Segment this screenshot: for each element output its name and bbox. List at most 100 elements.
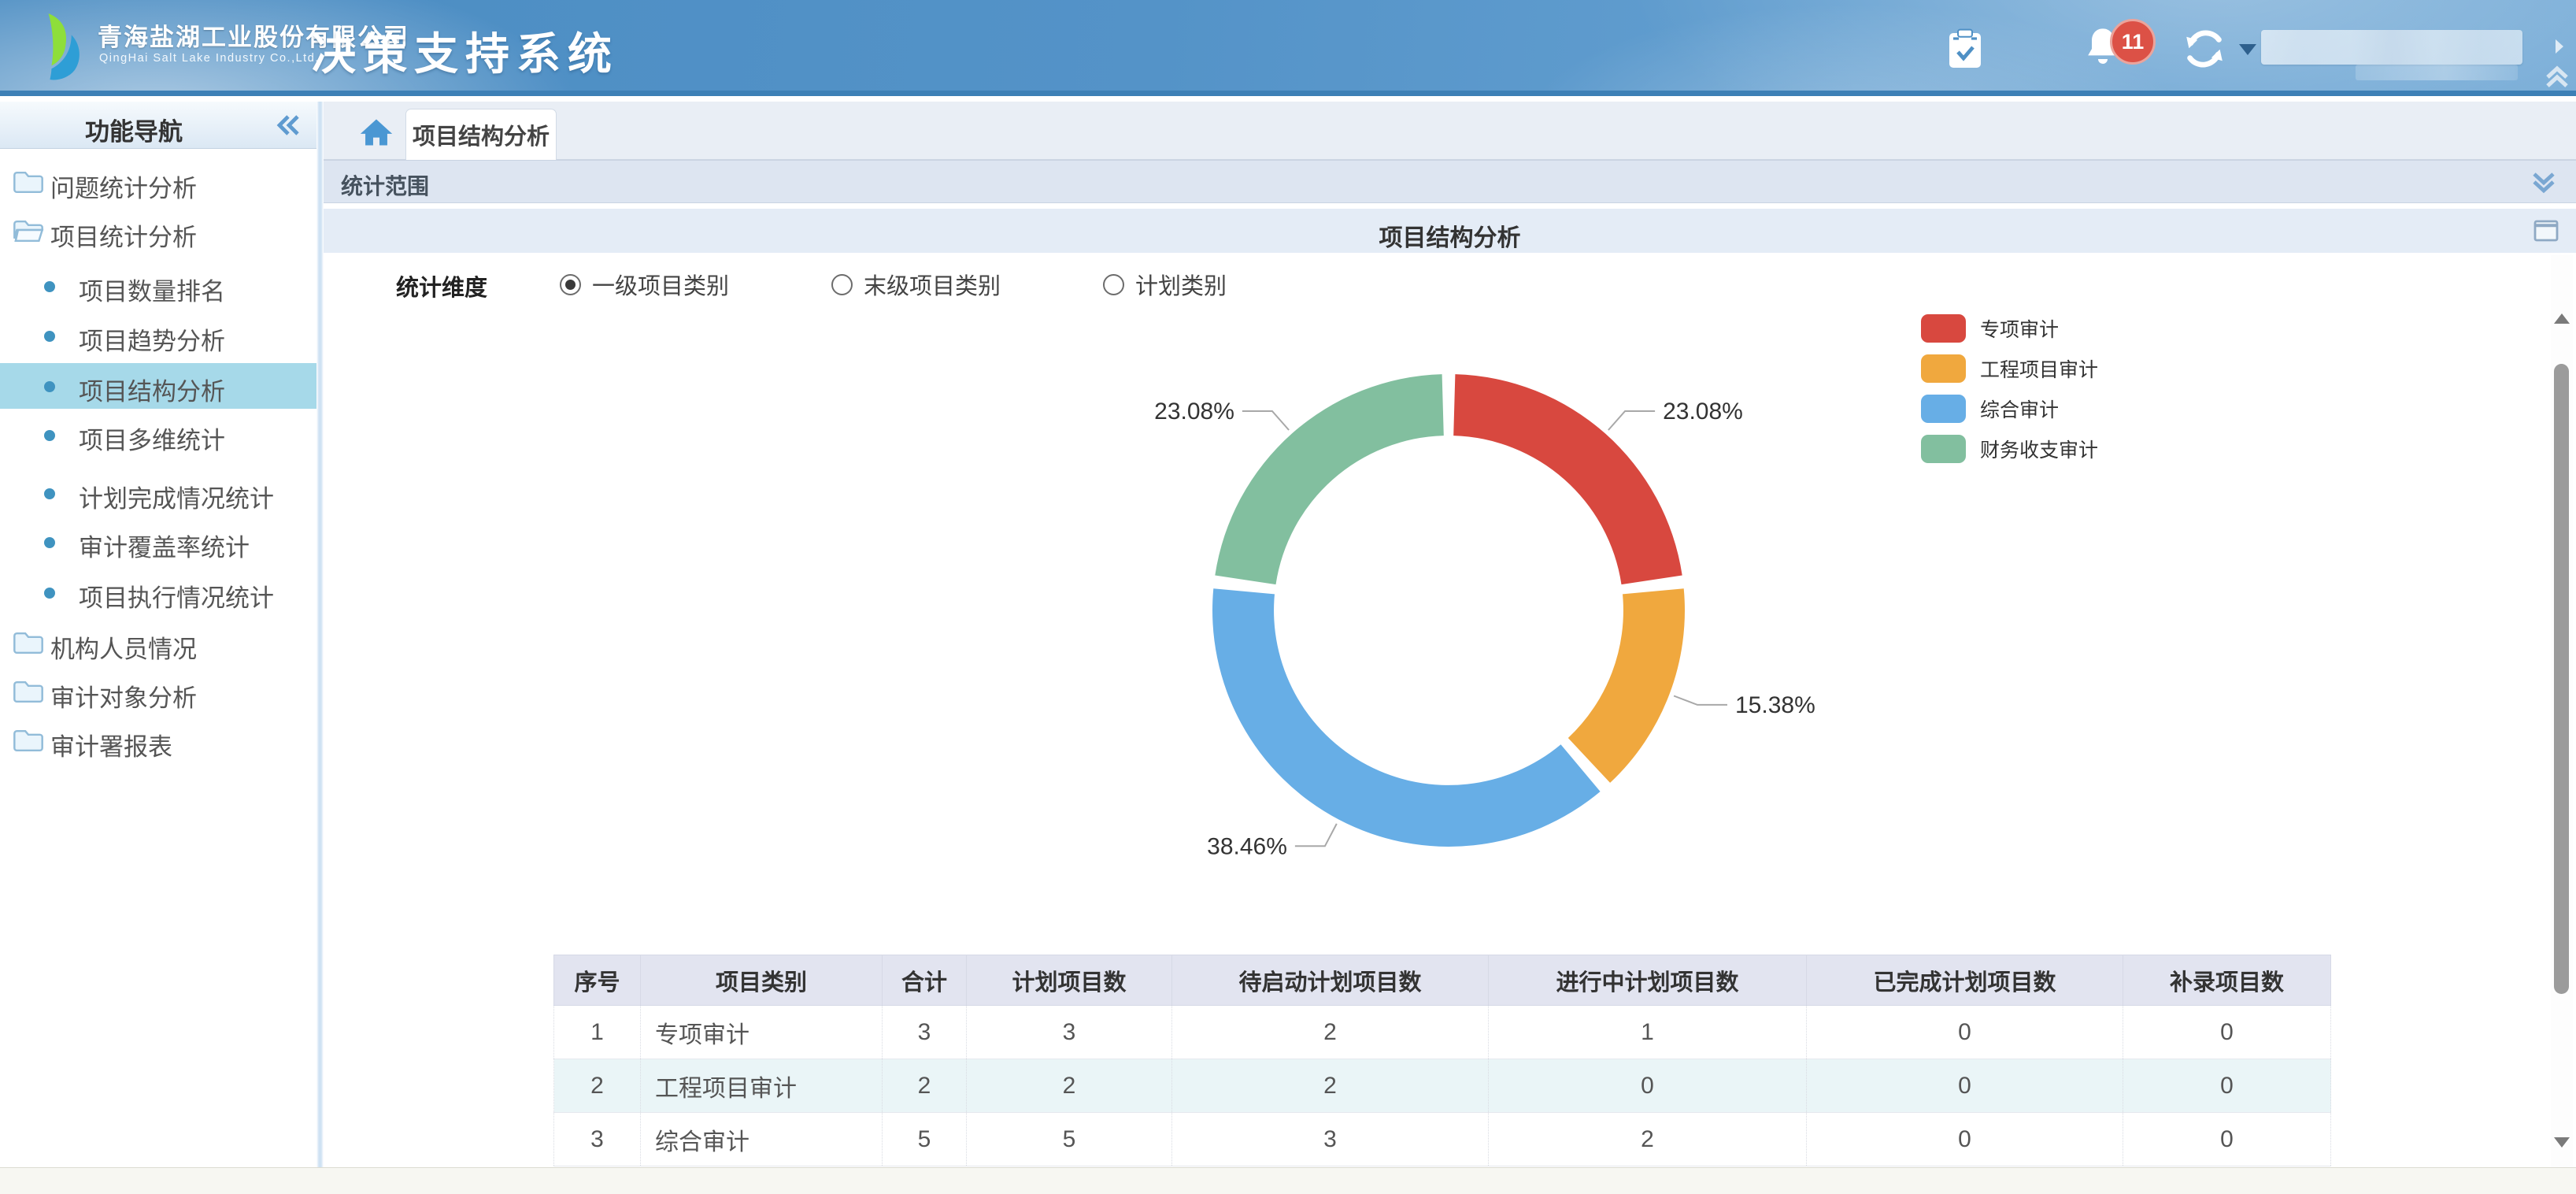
bullet-icon	[44, 588, 55, 599]
bullet-icon	[44, 331, 55, 342]
table-cell: 3	[1172, 1113, 1489, 1166]
column-header-序号: 序号	[554, 955, 641, 1006]
chevron-double-down-icon[interactable]	[2530, 170, 2557, 195]
vertical-scrollbar[interactable]	[2551, 255, 2573, 1167]
table-cell: 专项审计	[641, 1006, 883, 1059]
table-cell: 综合审计	[641, 1113, 883, 1166]
tab-bar: 项目结构分析	[324, 102, 2576, 160]
pie-label-line	[1242, 411, 1289, 430]
legend-label: 专项审计	[1980, 314, 2059, 343]
table-cell: 3	[554, 1113, 641, 1166]
column-header-补录项目数: 补录项目数	[2123, 955, 2331, 1006]
table-cell: 1	[1489, 1006, 1807, 1059]
sidebar-item-机构人员情况[interactable]: 机构人员情况	[0, 621, 316, 666]
sidebar-item-项目执行情况统计[interactable]: 项目执行情况统计	[0, 569, 316, 615]
clipboard-icon[interactable]	[1946, 28, 1984, 71]
pie-percent-label: 23.08%	[1154, 399, 1234, 425]
dimension-label: 统计维度	[396, 269, 487, 302]
filter-panel-title: 统计范围	[341, 169, 429, 201]
sidebar-item-label: 项目执行情况统计	[79, 578, 274, 614]
table-cell: 5	[883, 1113, 967, 1166]
radio-一级项目类别[interactable]: 一级项目类别	[560, 268, 729, 301]
scroll-up-arrow-icon[interactable]	[2554, 313, 2570, 324]
radio-button-icon[interactable]	[831, 274, 853, 295]
sidebar-item-label: 项目多维统计	[79, 421, 225, 456]
table-row: 1专项审计332100	[554, 1006, 2331, 1059]
pie-slice-综合审计[interactable]	[1212, 588, 1601, 847]
table-cell: 3	[883, 1006, 967, 1059]
user-account-blurred[interactable]	[2261, 30, 2522, 65]
chart-panel-header: 项目结构分析	[324, 209, 2576, 253]
table-row: 3综合审计553200	[554, 1113, 2331, 1166]
legend-item-专项审计[interactable]: 专项审计	[1921, 313, 2098, 343]
scrollbar-thumb[interactable]	[2554, 364, 2569, 994]
refresh-dropdown-caret[interactable]	[2239, 44, 2256, 55]
sidebar-splitter[interactable]	[316, 102, 324, 1194]
radio-button-icon[interactable]	[560, 274, 581, 295]
tab-project-structure-analysis[interactable]: 项目结构分析	[405, 109, 557, 160]
radio-button-icon[interactable]	[1103, 274, 1124, 295]
sidebar-item-项目结构分析[interactable]: 项目结构分析	[0, 363, 316, 409]
table-cell: 0	[2123, 1113, 2331, 1166]
table-cell: 1	[554, 1006, 641, 1059]
sidebar-item-项目数量排名[interactable]: 项目数量排名	[0, 263, 316, 309]
sidebar-item-审计对象分析[interactable]: 审计对象分析	[0, 669, 316, 715]
radio-label: 末级项目类别	[864, 268, 1001, 301]
radio-label: 计划类别	[1135, 268, 1227, 301]
page-bottom-band	[0, 1167, 2576, 1194]
sidebar-item-label: 审计署报表	[50, 727, 172, 762]
bullet-icon	[44, 537, 55, 548]
sidebar-item-项目趋势分析[interactable]: 项目趋势分析	[0, 313, 316, 358]
user-menu-caret[interactable]	[2556, 39, 2563, 54]
sidebar-collapse-icon[interactable]	[274, 113, 302, 138]
sidebar-item-label: 项目结构分析	[79, 372, 225, 407]
legend-item-工程项目审计[interactable]: 工程项目审计	[1921, 354, 2098, 383]
table-cell: 5	[967, 1113, 1172, 1166]
table-cell: 2	[1172, 1059, 1489, 1113]
refresh-icon[interactable]	[2182, 27, 2226, 71]
legend-label: 财务收支审计	[1980, 435, 2098, 463]
legend-item-综合审计[interactable]: 综合审计	[1921, 394, 2098, 423]
home-icon	[359, 116, 394, 149]
sidebar-item-label: 项目数量排名	[79, 272, 225, 307]
table-cell: 0	[1807, 1059, 2123, 1113]
table-header-row: 序号项目类别合计计划项目数待启动计划项目数进行中计划项目数已完成计划项目数补录项…	[554, 955, 2331, 1006]
pie-slice-财务收支审计[interactable]	[1215, 374, 1444, 584]
pie-slice-工程项目审计[interactable]	[1568, 588, 1685, 783]
legend-swatch-icon	[1921, 354, 1966, 383]
sidebar-title: 功能导航	[0, 112, 268, 147]
legend-swatch-icon	[1921, 435, 1966, 463]
legend-swatch-icon	[1921, 395, 1966, 423]
legend-label: 综合审计	[1980, 395, 2059, 423]
bullet-icon	[44, 381, 55, 392]
sidebar-item-label: 计划完成情况统计	[79, 479, 274, 514]
sidebar-item-审计署报表[interactable]: 审计署报表	[0, 718, 316, 764]
sidebar-item-审计覆盖率统计[interactable]: 审计覆盖率统计	[0, 519, 316, 565]
sidebar-item-label: 项目统计分析	[50, 217, 197, 253]
radio-计划类别[interactable]: 计划类别	[1103, 268, 1227, 301]
sidebar-item-问题统计分析[interactable]: 问题统计分析	[0, 160, 316, 206]
sidebar-item-计划完成情况统计[interactable]: 计划完成情况统计	[0, 470, 316, 516]
bullet-icon	[44, 488, 55, 499]
statistics-table: 序号项目类别合计计划项目数待启动计划项目数进行中计划项目数已完成计划项目数补录项…	[553, 955, 2331, 1166]
table-cell: 2	[967, 1059, 1172, 1113]
notification-badge[interactable]: 11	[2110, 19, 2156, 65]
filter-panel-header[interactable]: 统计范围	[324, 160, 2576, 203]
app-header: 青海盐湖工业股份有限公司 QingHai Salt Lake Industry …	[0, 0, 2576, 96]
window-maximize-icon[interactable]	[2533, 220, 2559, 242]
radio-label: 一级项目类别	[592, 268, 729, 301]
chevron-double-up-icon[interactable]	[2543, 63, 2571, 90]
home-tab[interactable]	[350, 109, 402, 155]
scroll-down-arrow-icon[interactable]	[2554, 1137, 2570, 1148]
sidebar-item-项目统计分析[interactable]: 项目统计分析	[0, 209, 316, 254]
pie-percent-label: 23.08%	[1663, 399, 1743, 425]
chart-panel-title: 项目结构分析	[324, 218, 2576, 253]
pie-slice-专项审计[interactable]	[1453, 374, 1682, 584]
table-cell: 2	[554, 1059, 641, 1113]
sidebar-item-项目多维统计[interactable]: 项目多维统计	[0, 412, 316, 458]
pie-percent-label: 15.38%	[1735, 692, 1815, 718]
table-cell: 0	[1807, 1006, 2123, 1059]
radio-末级项目类别[interactable]: 末级项目类别	[831, 268, 1001, 301]
legend-item-财务收支审计[interactable]: 财务收支审计	[1921, 434, 2098, 463]
sidebar-item-label: 项目趋势分析	[79, 321, 225, 357]
